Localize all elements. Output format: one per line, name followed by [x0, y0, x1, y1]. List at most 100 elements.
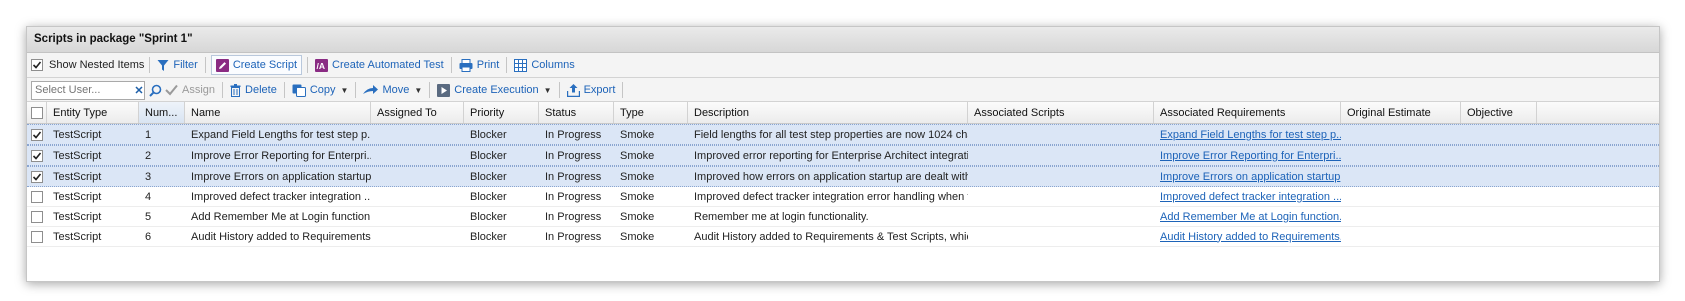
column-header[interactable]: Associated Scripts: [968, 102, 1154, 123]
column-header[interactable]: Priority: [464, 102, 539, 123]
cell-estimate: [1341, 187, 1461, 206]
column-header[interactable]: Description: [688, 102, 968, 123]
cell-description: Improved defect tracker integration erro…: [694, 190, 968, 203]
create-automated-test-button[interactable]: /A Create Automated Test: [313, 55, 446, 75]
cell-status: In Progress: [545, 170, 602, 183]
row-select-cell: [27, 227, 47, 246]
row-checkbox[interactable]: [31, 210, 43, 223]
column-header[interactable]: Entity Type: [47, 102, 139, 123]
row-select-cell: [27, 207, 47, 226]
clear-user-icon[interactable]: ✕: [134, 84, 144, 97]
row-checkbox[interactable]: [31, 149, 43, 162]
automation-icon: /A: [315, 58, 329, 72]
cell-assigned: [371, 167, 464, 186]
cell-type: Smoke: [620, 149, 655, 162]
select-user-input[interactable]: [32, 84, 134, 96]
columns-button[interactable]: Columns: [512, 55, 576, 75]
cell-entity: TestScript: [53, 128, 102, 141]
column-header[interactable]: Type: [614, 102, 688, 123]
row-checkbox[interactable]: [31, 230, 43, 243]
cell-objective: [1461, 125, 1537, 144]
requirement-link[interactable]: Improved defect tracker integration ...: [1160, 191, 1341, 203]
cell-priority: Blocker: [470, 170, 507, 183]
print-button[interactable]: Print: [457, 55, 502, 75]
assign-button[interactable]: Assign: [163, 80, 217, 100]
column-header[interactable]: Num...: [139, 102, 185, 123]
row-select-cell: [27, 167, 47, 186]
copy-label: Copy: [309, 84, 336, 96]
table-row[interactable]: TestScript 1 Expand Field Lengths for test…: [27, 124, 1659, 145]
cell-type: Smoke: [620, 210, 655, 223]
show-nested-label: Show Nested Items: [49, 59, 145, 71]
cell-description: Audit History added to Requirements & Te…: [694, 230, 968, 243]
row-select-cell: [27, 146, 47, 165]
chevron-down-icon: ▼: [543, 85, 552, 95]
cell-requirements: Improve Error Reporting for Enterpri...: [1154, 146, 1341, 165]
delete-label: Delete: [245, 84, 277, 96]
row-checkbox[interactable]: [31, 190, 43, 203]
column-header[interactable]: Assigned To: [371, 102, 464, 123]
cell-scripts: [968, 125, 1154, 144]
table-row[interactable]: TestScript 4 Improved defect tracker integ…: [27, 187, 1659, 207]
toolbar-divider: [429, 82, 431, 98]
table-row[interactable]: TestScript 3 Improve Errors on application…: [27, 166, 1659, 187]
table-row[interactable]: TestScript 2 Improve Error Reporting for E…: [27, 145, 1659, 166]
copy-button[interactable]: Copy ▼: [290, 80, 351, 100]
cell-objective: [1461, 187, 1537, 206]
cell-objective: [1461, 227, 1537, 246]
delete-button[interactable]: Delete: [228, 80, 279, 100]
row-checkbox[interactable]: [31, 128, 43, 141]
cell-status: In Progress: [545, 128, 602, 141]
checkmark-icon: [32, 130, 42, 139]
filter-button[interactable]: Filter: [155, 55, 199, 75]
requirement-link[interactable]: Audit History added to Requirements...: [1160, 231, 1341, 243]
cell-type: Smoke: [620, 170, 655, 183]
cell-name: Improved defect tracker integration ...: [191, 190, 371, 203]
cell-priority: Blocker: [470, 210, 507, 223]
checkmark-icon: [165, 84, 178, 96]
column-header[interactable]: Objective: [1461, 102, 1537, 123]
cell-entity: TestScript: [53, 230, 102, 243]
column-header[interactable]: Name: [185, 102, 371, 123]
cell-priority: Blocker: [470, 149, 507, 162]
create-script-button[interactable]: Create Script: [210, 55, 303, 75]
toolbar-divider: [450, 57, 452, 73]
cell-scripts: [968, 167, 1154, 186]
cell-objective: [1461, 207, 1537, 226]
requirement-link[interactable]: Improve Errors on application startup: [1160, 171, 1340, 183]
cell-entity: TestScript: [53, 149, 102, 162]
cell-assigned: [371, 187, 464, 206]
select-user-combo[interactable]: ✕: [31, 80, 145, 100]
printer-icon: [459, 58, 473, 72]
cell-estimate: [1341, 167, 1461, 186]
cell-num: 6: [145, 230, 152, 243]
cell-name: Add Remember Me at Login function...: [191, 210, 371, 223]
toolbar-main: Show Nested Items Filter Create Script /…: [27, 53, 1659, 78]
cell-status: In Progress: [545, 149, 602, 162]
cell-entity: TestScript: [53, 190, 102, 203]
export-button[interactable]: Export: [565, 80, 618, 100]
toolbar-divider: [222, 82, 224, 98]
export-icon: [566, 83, 580, 97]
requirement-link[interactable]: Improve Error Reporting for Enterpri...: [1160, 150, 1341, 162]
move-button[interactable]: Move ▼: [361, 80, 424, 100]
search-user-button[interactable]: [148, 80, 163, 100]
column-header[interactable]: Status: [539, 102, 614, 123]
cell-requirements: Add Remember Me at Login function...: [1154, 207, 1341, 226]
columns-grid-icon: [514, 58, 528, 72]
table-row[interactable]: TestScript 6 Audit History added to Requir…: [27, 227, 1659, 247]
trash-icon: [230, 83, 241, 97]
requirement-link[interactable]: Expand Field Lengths for test step p...: [1160, 129, 1341, 141]
row-checkbox[interactable]: [31, 170, 43, 183]
table-row[interactable]: TestScript 5 Add Remember Me at Login func…: [27, 207, 1659, 227]
column-header[interactable]: Associated Requirements: [1154, 102, 1341, 123]
column-header[interactable]: Original Estimate: [1341, 102, 1461, 123]
cell-entity: TestScript: [53, 210, 102, 223]
create-script-label: Create Script: [232, 59, 298, 71]
select-all-checkbox[interactable]: [31, 106, 43, 119]
cell-objective: [1461, 146, 1537, 165]
show-nested-checkbox[interactable]: [31, 59, 43, 71]
cell-assigned: [371, 227, 464, 246]
create-execution-button[interactable]: Create Execution ▼: [435, 80, 553, 100]
requirement-link[interactable]: Add Remember Me at Login function...: [1160, 211, 1341, 223]
